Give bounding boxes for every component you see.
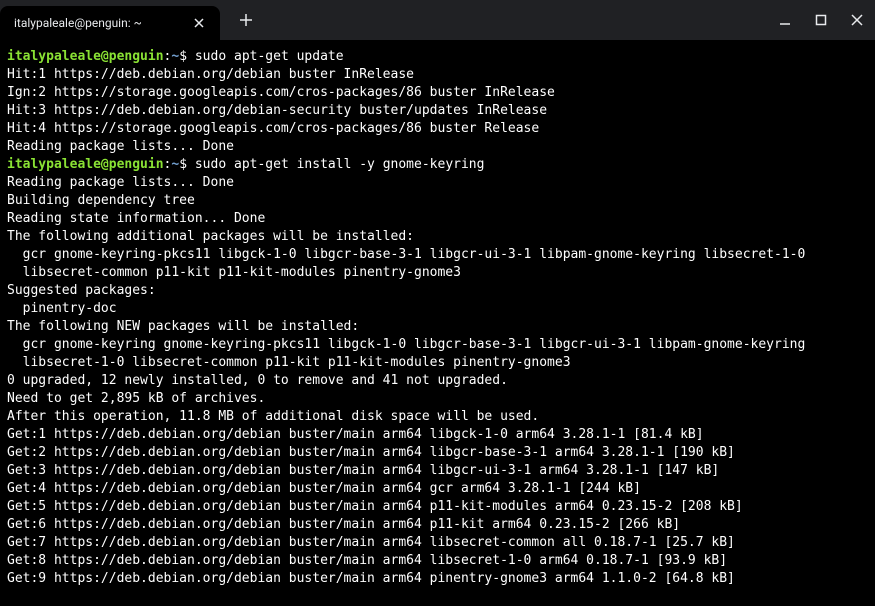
output-line: Get:8 https://deb.debian.org/debian bust…	[7, 553, 727, 568]
output-line: Suggested packages:	[7, 283, 156, 298]
output-line: Get:2 https://deb.debian.org/debian bust…	[7, 445, 735, 460]
prompt-user: italypaleale@penguin	[7, 157, 164, 172]
command-text: sudo apt-get update	[195, 49, 344, 64]
window-controls	[775, 10, 867, 30]
tab-title: italypaleale@penguin: ~	[14, 16, 182, 30]
output-line: Get:3 https://deb.debian.org/debian bust…	[7, 463, 719, 478]
output-line: libsecret-1-0 libsecret-common p11-kit p…	[7, 355, 571, 370]
close-tab-icon[interactable]	[190, 14, 208, 32]
output-line: Ign:2 https://storage.googleapis.com/cro…	[7, 85, 555, 100]
output-line: libsecret-common p11-kit p11-kit-modules…	[7, 265, 461, 280]
command-text: sudo apt-get install -y gnome-keyring	[195, 157, 485, 172]
output-line: Get:5 https://deb.debian.org/debian bust…	[7, 499, 743, 514]
close-window-icon[interactable]	[847, 10, 867, 30]
minimize-icon[interactable]	[775, 10, 795, 30]
terminal-output[interactable]: italypaleale@penguin:~$ sudo apt-get upd…	[0, 40, 875, 596]
output-line: Get:4 https://deb.debian.org/debian bust…	[7, 481, 641, 496]
output-line: Get:7 https://deb.debian.org/debian bust…	[7, 535, 735, 550]
output-line: Reading package lists... Done	[7, 175, 234, 190]
output-line: Reading package lists... Done	[7, 139, 234, 154]
output-line: The following additional packages will b…	[7, 229, 414, 244]
output-line: gcr gnome-keyring-pkcs11 libgck-1-0 libg…	[7, 247, 805, 262]
output-line: pinentry-doc	[7, 301, 117, 316]
maximize-icon[interactable]	[811, 10, 831, 30]
prompt-dollar: $	[179, 49, 195, 64]
terminal-tab[interactable]: italypaleale@penguin: ~	[0, 6, 220, 40]
output-line: Need to get 2,895 kB of archives.	[7, 391, 265, 406]
prompt-user: italypaleale@penguin	[7, 49, 164, 64]
prompt-dollar: $	[179, 157, 195, 172]
output-line: Hit:3 https://deb.debian.org/debian-secu…	[7, 103, 547, 118]
output-line: The following NEW packages will be insta…	[7, 319, 359, 334]
output-line: Get:6 https://deb.debian.org/debian bust…	[7, 517, 680, 532]
new-tab-button[interactable]	[234, 8, 258, 32]
output-line: After this operation, 11.8 MB of additio…	[7, 409, 539, 424]
output-line: Building dependency tree	[7, 193, 195, 208]
output-line: Get:1 https://deb.debian.org/debian bust…	[7, 427, 704, 442]
output-line: Hit:4 https://storage.googleapis.com/cro…	[7, 121, 539, 136]
output-line: gcr gnome-keyring gnome-keyring-pkcs11 l…	[7, 337, 805, 352]
output-line: Get:9 https://deb.debian.org/debian bust…	[7, 571, 735, 586]
output-line: Reading state information... Done	[7, 211, 265, 226]
titlebar: italypaleale@penguin: ~	[0, 0, 875, 40]
output-line: 0 upgraded, 12 newly installed, 0 to rem…	[7, 373, 508, 388]
output-line: Hit:1 https://deb.debian.org/debian bust…	[7, 67, 414, 82]
